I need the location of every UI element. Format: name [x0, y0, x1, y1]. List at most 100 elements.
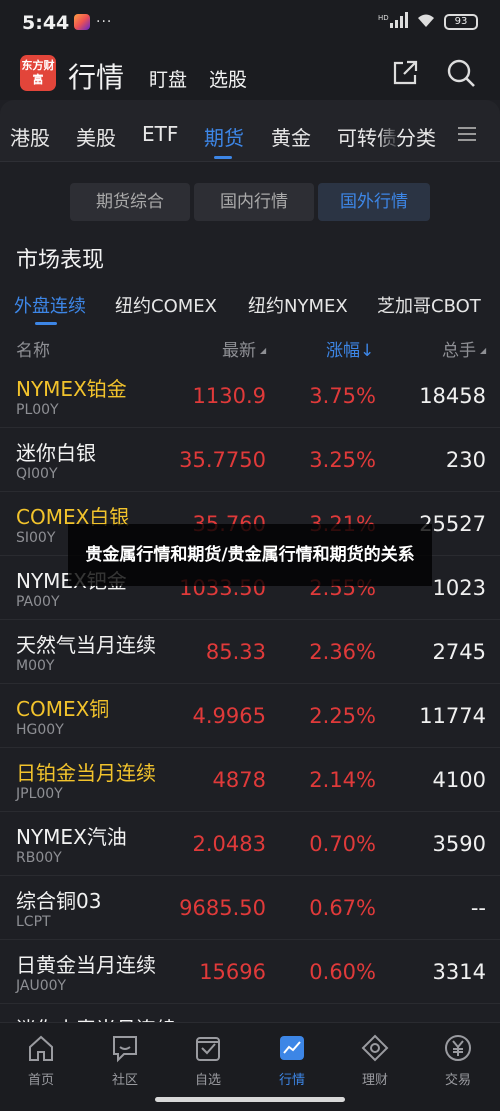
nav-trade[interactable]: 交易: [428, 1033, 488, 1088]
segment-futures-overview[interactable]: 期货综合: [70, 183, 190, 221]
table-row[interactable]: NYMEX铂金 PL00Y 1130.9 3.75% 18458: [0, 364, 500, 428]
nav-label: 自选: [194, 1073, 221, 1088]
row-volume: 230: [445, 448, 486, 472]
svg-text:HD: HD: [378, 14, 389, 22]
row-change: 0.70%: [309, 832, 376, 856]
subtab-foreign-continuous[interactable]: 外盘连续: [14, 292, 86, 318]
row-volume: 11774: [419, 704, 486, 728]
sort-icon: ◢: [260, 346, 267, 355]
col-name: 名称: [16, 341, 50, 361]
row-volume: 2745: [432, 640, 486, 664]
home-icon: [29, 1035, 53, 1061]
row-volume: 1023: [432, 576, 486, 600]
app-header: 东方财富 行情 盯盘 选股: [0, 48, 500, 100]
col-volume[interactable]: 总手: [442, 336, 476, 361]
tab-categories[interactable]: 分类: [396, 122, 436, 151]
nav-label: 首页: [27, 1073, 54, 1088]
table-row[interactable]: 迷你白银 QI00Y 35.7750 3.25% 230: [0, 428, 500, 492]
table-row[interactable]: COMEX铜 HG00Y 4.9965 2.25% 11774: [0, 684, 500, 748]
nav-wealth[interactable]: 理财: [345, 1033, 405, 1088]
row-code: LCPT: [16, 914, 51, 930]
wealth-icon: [361, 1034, 389, 1062]
row-change: 3.75%: [309, 384, 376, 408]
row-name: 迷你白银: [16, 441, 96, 465]
row-change: 0.67%: [309, 896, 376, 920]
more-notifications-icon: ···: [96, 14, 113, 30]
nav-label: 交易: [444, 1073, 471, 1088]
nav-home[interactable]: 首页: [11, 1033, 71, 1088]
col-latest[interactable]: 最新: [222, 336, 256, 361]
section-title: 市场表现: [16, 248, 105, 273]
row-price: 4878: [212, 768, 266, 792]
search-icon[interactable]: [446, 58, 476, 88]
nav-community[interactable]: 社区: [95, 1033, 155, 1088]
subtab-indicator: [35, 322, 57, 325]
app-logo: 东方财富: [20, 55, 56, 91]
subtab-comex[interactable]: 纽约COMEX: [115, 292, 217, 318]
row-price: 1130.9: [192, 384, 266, 408]
row-change: 2.14%: [309, 768, 376, 792]
row-volume: --: [470, 896, 486, 920]
subtab-cbot[interactable]: 芝加哥CBOT: [377, 292, 481, 318]
home-indicator[interactable]: [155, 1097, 345, 1102]
page-title[interactable]: 行情: [68, 56, 124, 96]
table-header: 名称 最新 ◢ 涨幅↓ 总手 ◢: [0, 328, 500, 364]
table-row[interactable]: 迷你小麦当月连续: [0, 1004, 500, 1022]
row-change: 2.36%: [309, 640, 376, 664]
table-row[interactable]: 日铂金当月连续 JPL00Y 4878 2.14% 4100: [0, 748, 500, 812]
nav-market[interactable]: 行情: [262, 1033, 322, 1088]
tab-us-stocks[interactable]: 美股: [76, 122, 116, 151]
tab-gold[interactable]: 黄金: [271, 122, 311, 151]
row-code: JPL00Y: [16, 786, 63, 802]
row-price: 15696: [199, 960, 266, 984]
row-name: 日黄金当月连续: [16, 953, 156, 977]
row-code: HG00Y: [16, 722, 64, 738]
row-name: NYMEX汽油: [16, 825, 127, 849]
nav-label: 社区: [111, 1073, 138, 1088]
row-name: 天然气当月连续: [16, 633, 156, 657]
caption-overlay: 贵金属行情和期货/贵金属行情和期货的关系: [68, 524, 432, 586]
subtab-nymex[interactable]: 纽约NYMEX: [248, 292, 348, 318]
row-code: RB00Y: [16, 850, 62, 866]
tab-hk-stocks[interactable]: 港股: [10, 122, 50, 151]
status-right: HD 93: [378, 12, 478, 31]
row-code: SI00Y: [16, 530, 56, 546]
tab-etf[interactable]: ETF: [142, 122, 178, 146]
row-name: COMEX铜: [16, 697, 110, 721]
row-price: 9685.50: [179, 896, 266, 920]
caption-text: 贵金属行情和期货/贵金属行情和期货的关系: [85, 545, 415, 565]
row-volume: 3314: [432, 960, 486, 984]
row-volume: 3590: [432, 832, 486, 856]
table-row[interactable]: 综合铜03 LCPT 9685.50 0.67% --: [0, 876, 500, 940]
row-price: 35.7750: [179, 448, 266, 472]
menu-icon[interactable]: [458, 126, 476, 141]
table-row[interactable]: NYMEX汽油 RB00Y 2.0483 0.70% 3590: [0, 812, 500, 876]
row-code: JAU00Y: [16, 978, 67, 994]
row-code: PL00Y: [16, 402, 59, 418]
market-chart-icon: [280, 1036, 304, 1060]
tab-watch[interactable]: 盯盘: [149, 65, 187, 92]
nav-label: 理财: [361, 1073, 388, 1088]
active-tab-indicator: [214, 156, 232, 159]
nav-label: 行情: [278, 1073, 305, 1088]
segment-domestic[interactable]: 国内行情: [194, 183, 314, 221]
nav-watchlist[interactable]: 自选: [178, 1033, 238, 1088]
status-time: 5:44: [22, 12, 70, 34]
row-price: 4.9965: [192, 704, 266, 728]
segment-foreign[interactable]: 国外行情: [318, 183, 430, 221]
table-row[interactable]: 天然气当月连续 M00Y 85.33 2.36% 2745: [0, 620, 500, 684]
row-code: M00Y: [16, 658, 55, 674]
battery-icon: 93: [444, 13, 478, 30]
row-code: PA00Y: [16, 594, 60, 610]
table-row[interactable]: 日黄金当月连续 JAU00Y 15696 0.60% 3314: [0, 940, 500, 1004]
row-code: QI00Y: [16, 466, 58, 482]
share-icon[interactable]: [390, 58, 420, 88]
row-change: 0.60%: [309, 960, 376, 984]
category-tabs: 港股 美股 ETF 期货 黄金 可转债 分类: [0, 100, 500, 162]
tab-futures[interactable]: 期货: [204, 122, 244, 151]
row-name: 综合铜03: [16, 889, 102, 913]
col-change[interactable]: 涨幅↓: [326, 336, 374, 361]
tab-stock-picker[interactable]: 选股: [209, 65, 247, 92]
sort-icon: ◢: [480, 346, 487, 355]
row-name: 日铂金当月连续: [16, 761, 156, 785]
